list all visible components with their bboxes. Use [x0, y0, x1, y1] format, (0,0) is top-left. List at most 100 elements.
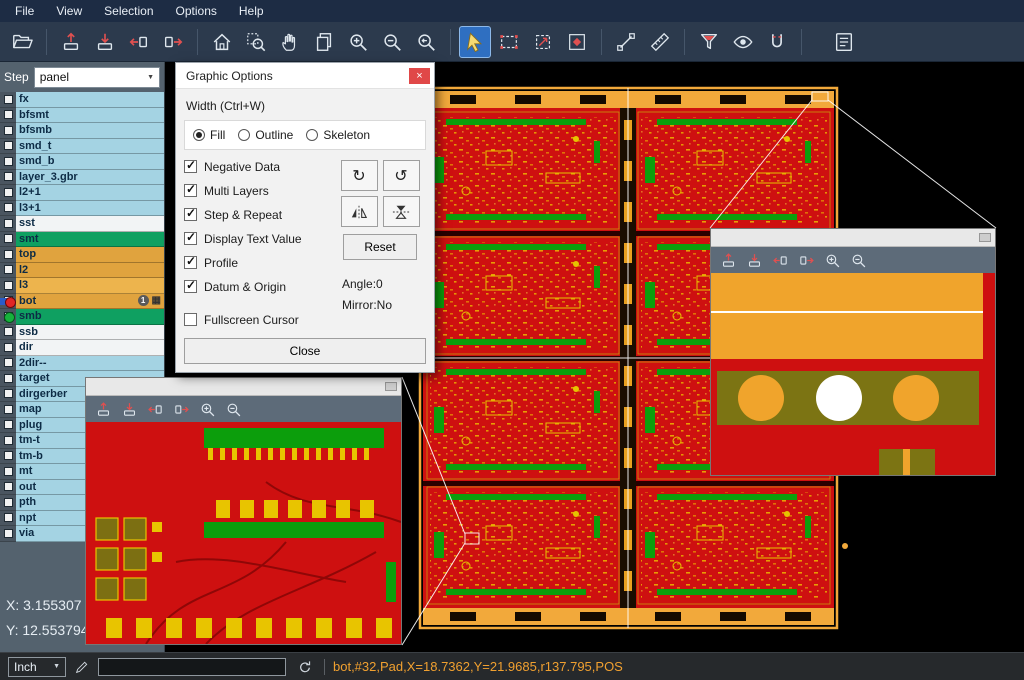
layer-select-gutter[interactable] — [0, 247, 16, 263]
layer-checkbox[interactable] — [4, 219, 13, 228]
layer-row[interactable]: l2+1 — [0, 185, 164, 201]
ruler-button[interactable] — [644, 26, 676, 58]
rotate-cw-button[interactable]: ↻ — [341, 160, 378, 191]
layer-name-cell[interactable]: bfsmt — [16, 108, 164, 124]
layer-checkbox[interactable] — [4, 234, 13, 243]
layer-checkbox[interactable] — [4, 420, 13, 429]
layer-select-gutter[interactable] — [0, 123, 16, 139]
layer-row[interactable]: l2 — [0, 263, 164, 279]
transform-select-button[interactable] — [527, 26, 559, 58]
layer-row[interactable]: top — [0, 247, 164, 263]
layer-name-cell[interactable]: 2dir-- — [16, 356, 164, 372]
width-mode-radio[interactable]: Fill — [193, 128, 225, 142]
layer-name-cell[interactable]: sst — [16, 216, 164, 232]
zoom-in-icon[interactable] — [199, 401, 216, 418]
magnifier-titlebar[interactable] — [711, 229, 995, 247]
layer-name-cell[interactable]: layer_3.gbr — [16, 170, 164, 186]
magnifier-titlebar[interactable] — [86, 378, 401, 396]
layer-checkbox[interactable] — [4, 126, 13, 135]
zoom-previous-button[interactable] — [410, 26, 442, 58]
layer-select-gutter[interactable] — [0, 402, 16, 418]
option-checkbox[interactable]: Display Text Value — [184, 232, 334, 245]
zoom-out-button[interactable] — [376, 26, 408, 58]
layer-checkbox[interactable] — [4, 250, 13, 259]
zoom-in-button[interactable] — [342, 26, 374, 58]
layer-checkbox[interactable] — [4, 203, 13, 212]
layer-row[interactable]: bot 1 ▦ — [0, 294, 164, 310]
layer-select-gutter[interactable] — [0, 495, 16, 511]
layer-name-cell[interactable]: smb — [16, 309, 164, 325]
menu-item[interactable]: Options — [165, 1, 228, 21]
import-down-icon[interactable] — [746, 252, 763, 269]
layer-select-gutter[interactable] — [0, 309, 16, 325]
layer-name-cell[interactable]: bot 1 ▦ — [16, 294, 164, 310]
pointer-select-button[interactable] — [459, 26, 491, 58]
layer-select-gutter[interactable] — [0, 433, 16, 449]
layer-select-gutter[interactable] — [0, 371, 16, 387]
option-checkbox[interactable]: Step & Repeat — [184, 208, 334, 221]
layer-name-cell[interactable]: smd_t — [16, 139, 164, 155]
layer-select-gutter[interactable] — [0, 108, 16, 124]
layer-name-cell[interactable]: l3+1 — [16, 201, 164, 217]
box-left-button[interactable] — [123, 26, 155, 58]
export-up-icon[interactable] — [95, 401, 112, 418]
layer-select-gutter[interactable] — [0, 340, 16, 356]
zoom-in-icon[interactable] — [824, 252, 841, 269]
reset-button[interactable]: Reset — [343, 234, 417, 260]
layer-name-cell[interactable]: smt — [16, 232, 164, 248]
import-down-icon[interactable] — [121, 401, 138, 418]
layer-row[interactable]: ssb — [0, 325, 164, 341]
layer-row[interactable]: bfsmb — [0, 123, 164, 139]
layer-select-gutter[interactable] — [0, 511, 16, 527]
unit-select[interactable]: Inch ▼ — [8, 657, 66, 677]
layer-checkbox[interactable] — [4, 451, 13, 460]
layer-row[interactable]: sst — [0, 216, 164, 232]
option-checkbox[interactable]: Multi Layers — [184, 184, 334, 197]
option-checkbox[interactable]: Negative Data — [184, 160, 334, 173]
mirror-vertical-button[interactable] — [383, 196, 420, 227]
layer-checkbox[interactable] — [4, 513, 13, 522]
width-mode-radio[interactable]: Skeleton — [306, 128, 370, 142]
layer-name-cell[interactable]: fx — [16, 92, 164, 108]
close-icon[interactable]: × — [409, 68, 430, 84]
layer-row[interactable]: l3+1 — [0, 201, 164, 217]
step-out-icon[interactable] — [798, 252, 815, 269]
menu-item[interactable]: View — [45, 1, 93, 21]
layer-name-cell[interactable]: l2+1 — [16, 185, 164, 201]
export-up-icon[interactable] — [720, 252, 737, 269]
layer-row[interactable]: smb — [0, 309, 164, 325]
layer-checkbox[interactable] — [4, 172, 13, 181]
layer-select-gutter[interactable] — [0, 170, 16, 186]
layer-name-cell[interactable]: l3 — [16, 278, 164, 294]
menu-item[interactable]: Selection — [93, 1, 164, 21]
layer-checkbox[interactable] — [4, 343, 13, 352]
layer-checkbox[interactable] — [4, 265, 13, 274]
layer-checkbox[interactable] — [4, 358, 13, 367]
rect-select-button[interactable] — [493, 26, 525, 58]
overlay-button[interactable] — [308, 26, 340, 58]
magnifier-view[interactable] — [711, 273, 995, 475]
window-control-button[interactable] — [385, 382, 397, 391]
layer-name-cell[interactable]: dir — [16, 340, 164, 356]
layer-checkbox[interactable] — [4, 498, 13, 507]
magnifier-window-2[interactable] — [710, 228, 996, 476]
window-control-button[interactable] — [979, 233, 991, 242]
layer-row[interactable]: 2dir-- — [0, 356, 164, 372]
step-out-icon[interactable] — [173, 401, 190, 418]
command-input[interactable] — [98, 658, 286, 676]
layer-row[interactable]: smd_t — [0, 139, 164, 155]
box-right-button[interactable] — [157, 26, 189, 58]
layer-name-cell[interactable]: top — [16, 247, 164, 263]
magnet-button[interactable] — [761, 26, 793, 58]
step-in-icon[interactable] — [147, 401, 164, 418]
layer-row[interactable]: smt — [0, 232, 164, 248]
magnifier-window-1[interactable] — [85, 377, 402, 645]
eye-button[interactable] — [727, 26, 759, 58]
layer-row[interactable]: l3 — [0, 278, 164, 294]
report-button[interactable] — [828, 26, 860, 58]
layer-select-gutter[interactable] — [0, 201, 16, 217]
menu-item[interactable]: File — [4, 1, 45, 21]
snap-button[interactable] — [561, 26, 593, 58]
zoom-out-icon[interactable] — [225, 401, 242, 418]
step-select[interactable]: panel ▼ — [34, 67, 160, 88]
